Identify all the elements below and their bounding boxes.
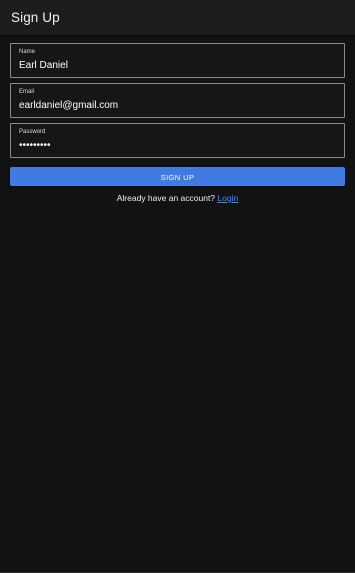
email-field[interactable]: Email (10, 83, 345, 118)
email-label: Email (19, 89, 35, 95)
email-input[interactable] (19, 99, 336, 112)
app-bar: Sign Up (0, 0, 355, 35)
page-title: Sign Up (11, 10, 60, 25)
signup-screen: Sign Up Name Email Password SIGN UP Alre… (0, 0, 355, 573)
name-field[interactable]: Name (10, 43, 345, 78)
login-prompt-text: Already have an account? (116, 193, 216, 203)
password-input[interactable] (19, 139, 336, 152)
login-link[interactable]: Login (217, 193, 238, 203)
password-field[interactable]: Password (10, 123, 345, 158)
signup-form: Name Email Password SIGN UP Already have… (0, 35, 355, 203)
password-label: Password (19, 129, 46, 135)
login-prompt: Already have an account? Login (10, 193, 345, 203)
name-label: Name (19, 49, 36, 55)
name-input[interactable] (19, 59, 336, 72)
sign-up-button[interactable]: SIGN UP (10, 167, 345, 186)
